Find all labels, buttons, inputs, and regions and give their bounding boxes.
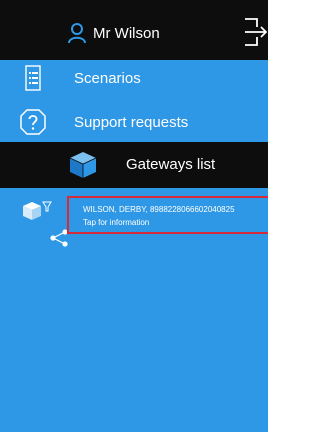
menu-item-label: Support requests — [74, 113, 189, 131]
user-name: Mr Wilson — [93, 24, 160, 42]
logout-icon[interactable] — [235, 16, 267, 48]
scenarios-icon — [25, 65, 41, 91]
help-icon — [20, 109, 46, 135]
gateway-box-icon — [23, 202, 41, 220]
gateway-item-highlight[interactable] — [67, 196, 268, 234]
gateways-list-title: Gateways list — [126, 156, 216, 173]
gateways-list-header[interactable]: Gateways list — [0, 142, 268, 188]
top-bar: Mr Wilson — [0, 0, 268, 60]
gateway-box-icon — [69, 152, 97, 178]
app-screen: Mr Wilson Scenarios Support requests Gat… — [0, 0, 268, 432]
menu-item-label: Scenarios — [74, 69, 141, 87]
menu-item-support-requests[interactable]: Support requests — [0, 99, 268, 145]
gateway-item-title: WILSON, DERBY, 8988228066602040825 — [83, 205, 235, 214]
gateway-row-icons — [23, 201, 68, 247]
user-profile[interactable]: Mr Wilson — [67, 21, 160, 45]
gateway-item-subtitle: Tap for information — [83, 218, 150, 227]
filter-icon — [42, 201, 52, 212]
menu-item-scenarios[interactable]: Scenarios — [0, 55, 268, 101]
share-icon — [50, 229, 68, 247]
user-icon — [68, 23, 86, 44]
